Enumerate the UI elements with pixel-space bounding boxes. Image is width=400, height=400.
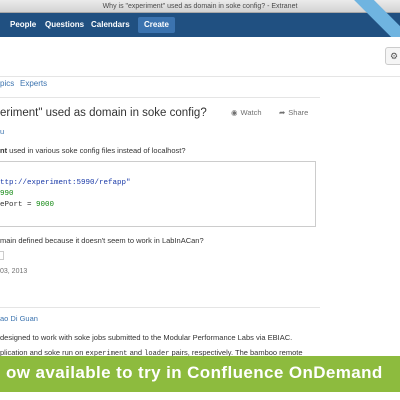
share-icon: ➦ [279, 108, 286, 117]
nav-questions[interactable]: Questions [45, 13, 84, 37]
answer-author-link[interactable]: ao Di Guan [0, 314, 38, 323]
divider [0, 307, 320, 308]
code-value: 9000 [36, 201, 55, 209]
tab-experts[interactable]: Experts [20, 79, 47, 88]
question-body-line-1: nt used in various soke config files ins… [0, 146, 186, 155]
eye-icon: ◉ [231, 108, 238, 117]
code-line-port: 990 [0, 190, 14, 198]
question-body-line-2: main defined because it doesn't seem to … [0, 236, 204, 245]
code-line-base-port: ePort = 9000 [0, 201, 54, 209]
question-title: eriment" used as domain in soke config? [0, 107, 207, 119]
question-author-link[interactable]: u [0, 127, 4, 136]
page-tools-bar: ⚙ [0, 37, 400, 77]
code-block [0, 161, 316, 227]
watch-label: Watch [240, 108, 262, 117]
code-key: ePort = [0, 201, 37, 209]
code-line-url: ttp://experiment:5990/refapp" [0, 179, 131, 187]
nav-people[interactable]: People [10, 13, 36, 37]
vote-button[interactable] [0, 251, 4, 260]
promo-banner[interactable]: ow available to try in Confluence OnDema… [0, 356, 400, 392]
gear-icon: ⚙ [389, 51, 399, 61]
nav-calendars[interactable]: Calendars [91, 13, 130, 37]
promo-banner-text: ow available to try in Confluence OnDema… [6, 363, 383, 382]
share-label: Share [288, 108, 309, 117]
tab-topics[interactable]: pics [0, 79, 14, 88]
divider [0, 97, 320, 98]
window-title-bar: Why is "experiment" used as domain in so… [0, 0, 400, 13]
share-button[interactable]: ➦ Share [279, 108, 308, 117]
create-button[interactable]: Create [138, 17, 175, 33]
question-date: 03, 2013 [0, 268, 28, 275]
watch-button[interactable]: ◉ Watch [231, 108, 262, 117]
top-navigation: People Questions Calendars Create [0, 13, 400, 37]
settings-button[interactable]: ⚙ [385, 47, 400, 65]
question-body-text: used in various soke config files instea… [7, 146, 186, 155]
answer-line-1: designed to work with soke jobs submitte… [0, 333, 293, 342]
window-title: Why is "experiment" used as domain in so… [102, 3, 298, 10]
